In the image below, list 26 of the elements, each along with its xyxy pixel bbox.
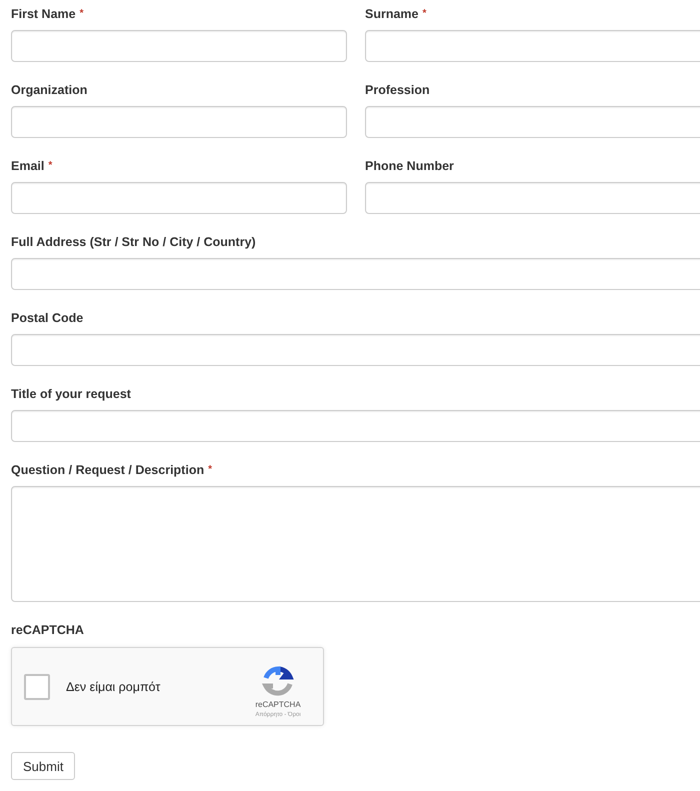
field-label: Email *	[11, 158, 54, 174]
field-label: Profession	[365, 82, 431, 98]
field-label: Question / Request / Description *	[11, 462, 213, 478]
field-label: Organization	[11, 82, 88, 98]
input-field[interactable]	[365, 182, 700, 214]
input-field[interactable]	[365, 30, 700, 62]
field-label: Phone Number	[365, 158, 455, 174]
field-label: First Name *	[11, 6, 85, 22]
captcha-brand: reCAPTCHA	[255, 700, 301, 708]
field-label: Surname *	[365, 6, 428, 22]
input-field[interactable]	[11, 410, 700, 442]
recaptcha-logo-icon	[261, 666, 295, 698]
input-field[interactable]	[365, 106, 700, 138]
input-field[interactable]	[11, 30, 347, 62]
captcha-label: reCAPTCHA	[11, 622, 85, 638]
field-label: Title of your request	[11, 386, 132, 402]
field-label: Postal Code	[11, 310, 84, 326]
captcha-checkbox[interactable]	[24, 674, 50, 700]
input-field[interactable]	[11, 258, 700, 290]
captcha-text: Δεν είμαι ρομπότ	[66, 680, 162, 694]
input-field[interactable]	[11, 182, 347, 214]
input-field[interactable]	[11, 106, 347, 138]
input-field[interactable]	[11, 334, 700, 366]
submit-button[interactable]: Submit	[11, 752, 76, 780]
field-label: Full Address (Str / Str No / City / Country)	[11, 234, 257, 250]
description-field[interactable]	[11, 486, 700, 602]
